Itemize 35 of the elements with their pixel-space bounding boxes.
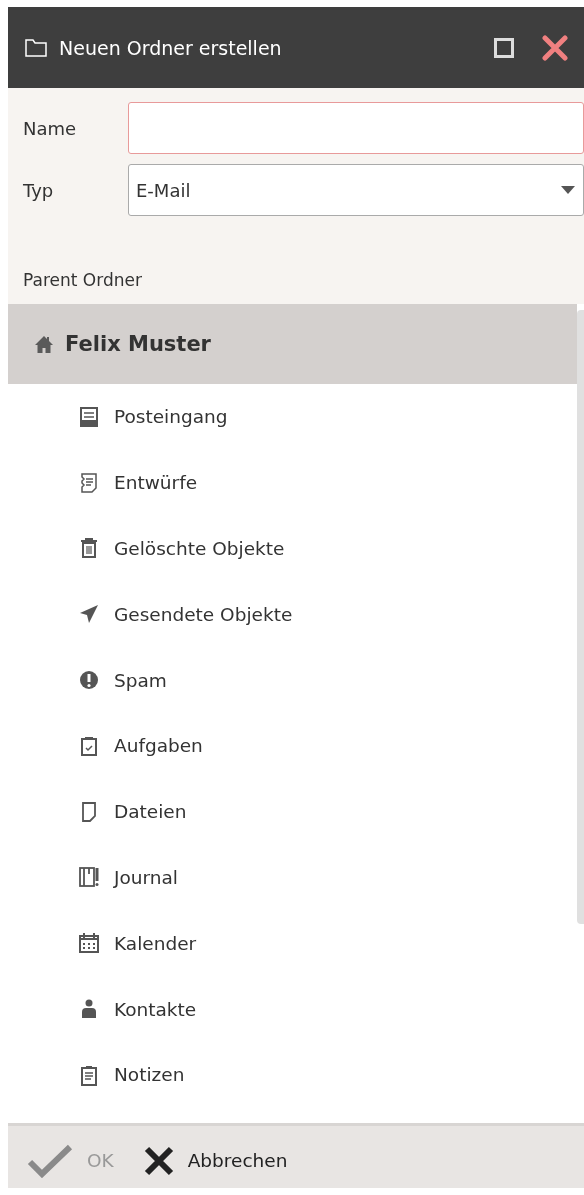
maximize-icon[interactable] xyxy=(494,37,514,58)
tree-item[interactable]: Entwürfe xyxy=(8,449,577,516)
exclamation-icon xyxy=(78,669,100,692)
journal-icon xyxy=(78,866,100,889)
tree-item[interactable]: Kalender xyxy=(8,910,577,977)
checkmark-icon xyxy=(27,1143,73,1178)
field-label: Typ xyxy=(22,179,55,201)
clipboard-check-icon xyxy=(78,734,100,757)
name-input-field[interactable] xyxy=(128,102,584,154)
close-icon xyxy=(143,1145,174,1176)
section-label: Parent Ordner xyxy=(22,269,143,290)
close-icon[interactable] xyxy=(542,34,568,61)
tree-item[interactable]: Posteingang xyxy=(8,384,577,450)
home-icon xyxy=(35,335,53,353)
window-title: Neuen Ordner erstellen xyxy=(59,36,283,59)
dropdown-caret-icon xyxy=(561,186,575,194)
type-dropdown[interactable]: E-Mail xyxy=(128,164,584,216)
inbox-icon xyxy=(78,405,100,428)
tree-item[interactable]: Felix Muster xyxy=(8,304,577,384)
tree-item[interactable]: Gelöschte Objekte xyxy=(8,515,577,582)
tree-item[interactable]: Journal xyxy=(8,844,577,911)
tree-item[interactable]: Spam xyxy=(8,647,577,713)
tree-item[interactable]: Dateien xyxy=(8,778,577,845)
trash-icon xyxy=(78,537,100,560)
clipboard-icon xyxy=(78,1063,100,1086)
cancel-button[interactable]: Abbrechen xyxy=(139,1145,292,1176)
calendar-icon xyxy=(78,932,100,955)
tree-item[interactable]: Aufgaben xyxy=(8,713,577,779)
scrollbar[interactable] xyxy=(577,310,584,924)
tree-item[interactable]: Gesendete Objekte xyxy=(8,581,577,648)
tree-item[interactable]: Notizen xyxy=(8,1041,577,1108)
folder-icon xyxy=(25,38,47,57)
tree-item[interactable]: Kontakte xyxy=(8,976,577,1042)
field-label: Name xyxy=(22,117,78,139)
document-icon xyxy=(78,471,100,494)
